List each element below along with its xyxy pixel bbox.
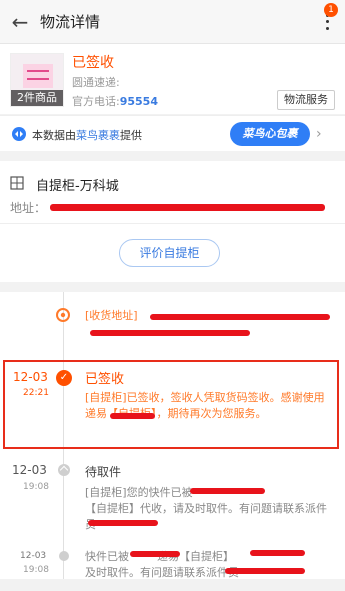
delivery-status: 已签收 [72,55,114,71]
logistics-service-button[interactable]: 物流服务 [277,90,335,110]
tracking-timeline: [收货地址] 12-03 22:21 ✓ 已签收 [自提柜]已签收，签收人凭取货… [0,292,345,579]
receiving-address-label: [收货地址] [85,309,138,322]
event-time: 19:08 [23,565,49,575]
official-phone: 官方电话:95554 [72,93,158,109]
event-date: 12-03 [20,551,47,561]
courier-info: 圆通速递: [72,74,120,90]
event-time: 19:08 [23,482,49,492]
package-summary: 2件商品 已签收 圆通速递: 官方电话:95554 物流服务 [0,44,345,125]
data-source-text: 本数据由菜鸟裹裹提供 [32,129,142,142]
rate-locker-button[interactable]: 评价自提柜 [119,239,220,267]
event-status: 已签收 [85,372,125,387]
event-date: 12-03 [12,463,47,477]
item-count: 2件商品 [11,90,63,106]
event-status: 待取件 [85,465,122,479]
divider [0,223,345,224]
event-time: 22:21 [23,388,49,398]
event-date: 12-03 [13,370,48,384]
phone-number[interactable]: 95554 [120,95,158,108]
pickup-locker-card: 自提柜-万科城 地址： 评价自提柜 [0,161,345,282]
provider-link[interactable]: 菜鸟裹裹 [76,129,120,142]
event-dot-icon [59,551,69,561]
location-pin-icon [56,308,70,322]
locker-address-label: 地址： [10,201,47,215]
phone-label: 官方电话: [72,95,120,108]
product-thumbnail[interactable]: 2件商品 [10,53,64,107]
courier-label: 圆通速递: [72,76,120,89]
page-title: 物流详情 [40,13,101,31]
cainiao-logo-icon [12,127,26,141]
building-icon [10,176,24,190]
event-message: [自提柜]您的快件已被 【自提柜】代收，请及时取件。有问题请联系派件员 [85,485,330,549]
checkmark-icon: ✓ [56,370,72,386]
data-source-bar[interactable]: 本数据由菜鸟裹裹提供 菜鸟心包裹 › [0,115,345,151]
cainiao-banner[interactable]: 菜鸟心包裹 [230,122,310,146]
product-image [23,64,53,88]
notification-badge: 1 [324,3,338,17]
app-header: ← 物流详情 1 [0,0,345,44]
back-arrow-icon[interactable]: ← [0,0,40,44]
locker-name: 自提柜-万科城 [36,179,119,194]
event-dot-icon [58,464,70,476]
chevron-right-icon: › [316,126,322,142]
courier-phone-link[interactable] [85,534,89,547]
